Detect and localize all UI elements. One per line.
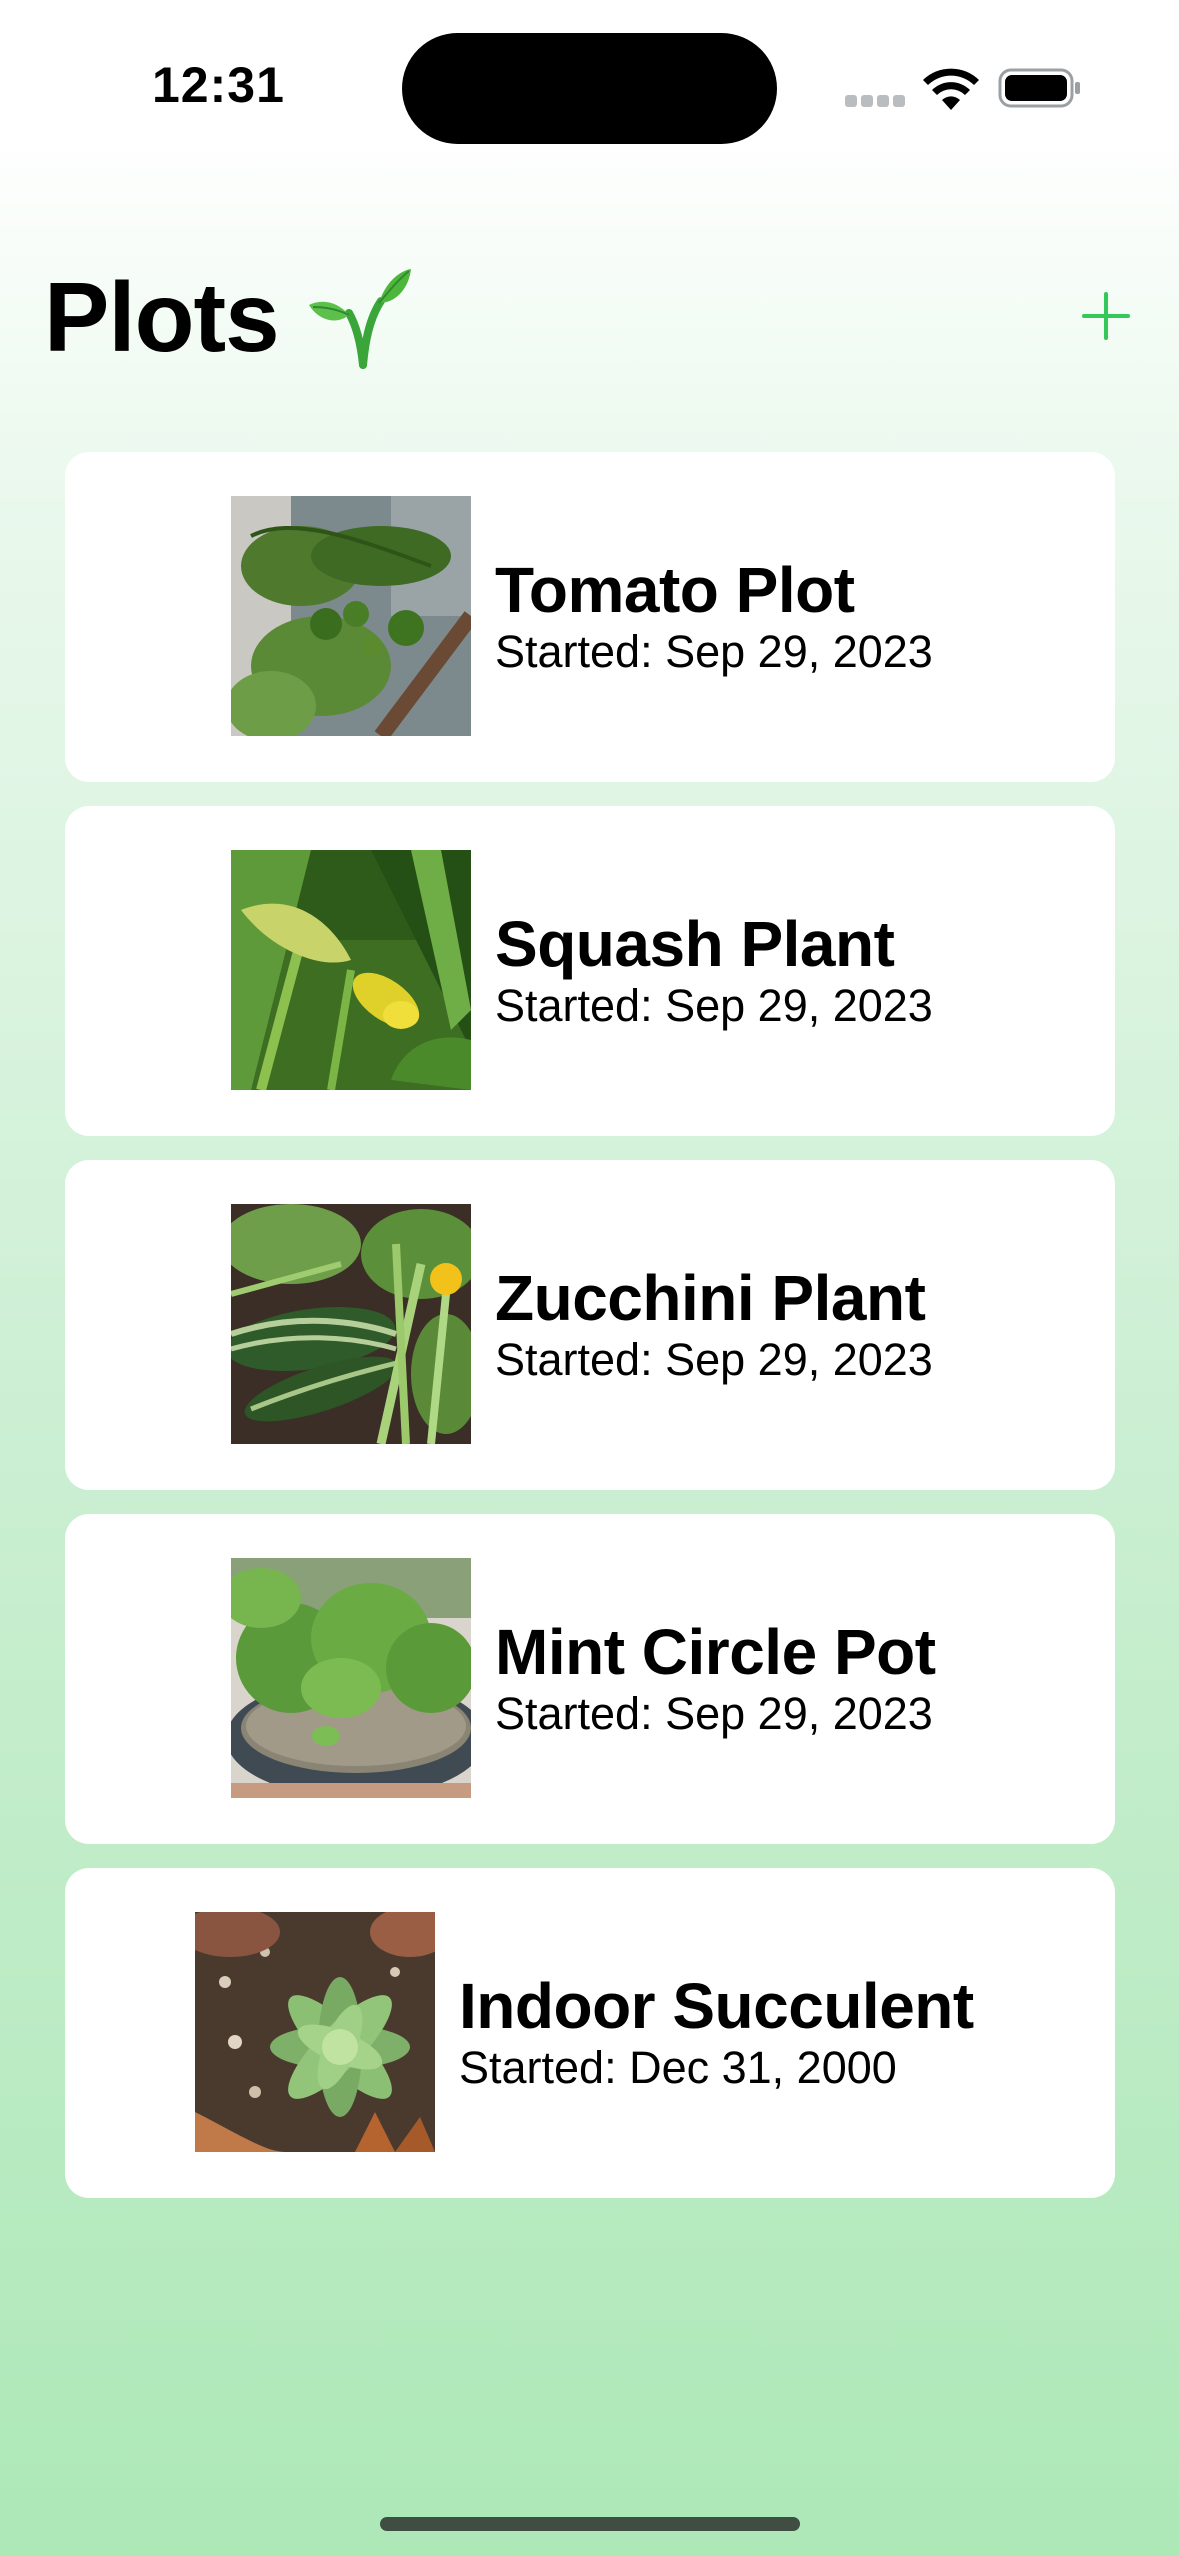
plot-name: Indoor Succulent xyxy=(459,1970,974,2042)
plot-card[interactable]: Tomato Plot Started: Sep 29, 2023 xyxy=(65,452,1115,782)
wifi-icon xyxy=(923,68,979,110)
plot-started-date: Started: Sep 29, 2023 xyxy=(495,1688,933,1739)
plot-text: Mint Circle Pot Started: Sep 29, 2023 xyxy=(495,1614,936,1740)
seedling-icon xyxy=(308,269,411,369)
zucchini-plant-photo xyxy=(231,1204,471,1444)
status-bar: 12:31 xyxy=(0,0,1179,170)
cellular-signal-icon xyxy=(845,95,905,107)
plot-card[interactable]: Squash Plant Started: Sep 29, 2023 xyxy=(65,806,1115,1136)
tomato-plant-photo xyxy=(231,496,471,736)
plot-name: Zucchini Plant xyxy=(495,1262,926,1334)
plot-card[interactable]: Mint Circle Pot Started: Sep 29, 2023 xyxy=(65,1514,1115,1844)
plot-started-date: Started: Sep 29, 2023 xyxy=(495,1334,933,1385)
plot-name: Tomato Plot xyxy=(495,554,855,626)
succulent-photo xyxy=(195,1912,435,2152)
plot-name: Mint Circle Pot xyxy=(495,1616,936,1688)
plot-started-date: Started: Sep 29, 2023 xyxy=(495,980,933,1031)
status-time: 12:31 xyxy=(152,57,285,113)
plot-name: Squash Plant xyxy=(495,908,895,980)
squash-plant-photo xyxy=(231,850,471,1090)
plot-card[interactable]: Zucchini Plant Started: Sep 29, 2023 xyxy=(65,1160,1115,1490)
add-plot-button[interactable] xyxy=(1080,290,1132,342)
page-title-text: Plots xyxy=(44,261,280,372)
plot-text: Zucchini Plant Started: Sep 29, 2023 xyxy=(495,1260,933,1386)
mint-pot-photo xyxy=(231,1558,471,1798)
plot-text: Tomato Plot Started: Sep 29, 2023 xyxy=(495,552,933,678)
plot-text: Indoor Succulent Started: Dec 31, 2000 xyxy=(459,1968,974,2094)
page-title: Plots xyxy=(44,262,411,372)
plot-card[interactable]: Indoor Succulent Started: Dec 31, 2000 xyxy=(65,1868,1115,2198)
battery-icon xyxy=(998,68,1080,108)
dynamic-island xyxy=(402,33,777,144)
plot-list: Tomato Plot Started: Sep 29, 2023 Squash… xyxy=(65,452,1115,2222)
plot-text: Squash Plant Started: Sep 29, 2023 xyxy=(495,906,933,1032)
plot-started-date: Started: Dec 31, 2000 xyxy=(459,2042,897,2093)
home-indicator[interactable] xyxy=(380,2517,800,2531)
plot-started-date: Started: Sep 29, 2023 xyxy=(495,626,933,677)
plus-icon xyxy=(1082,292,1130,340)
